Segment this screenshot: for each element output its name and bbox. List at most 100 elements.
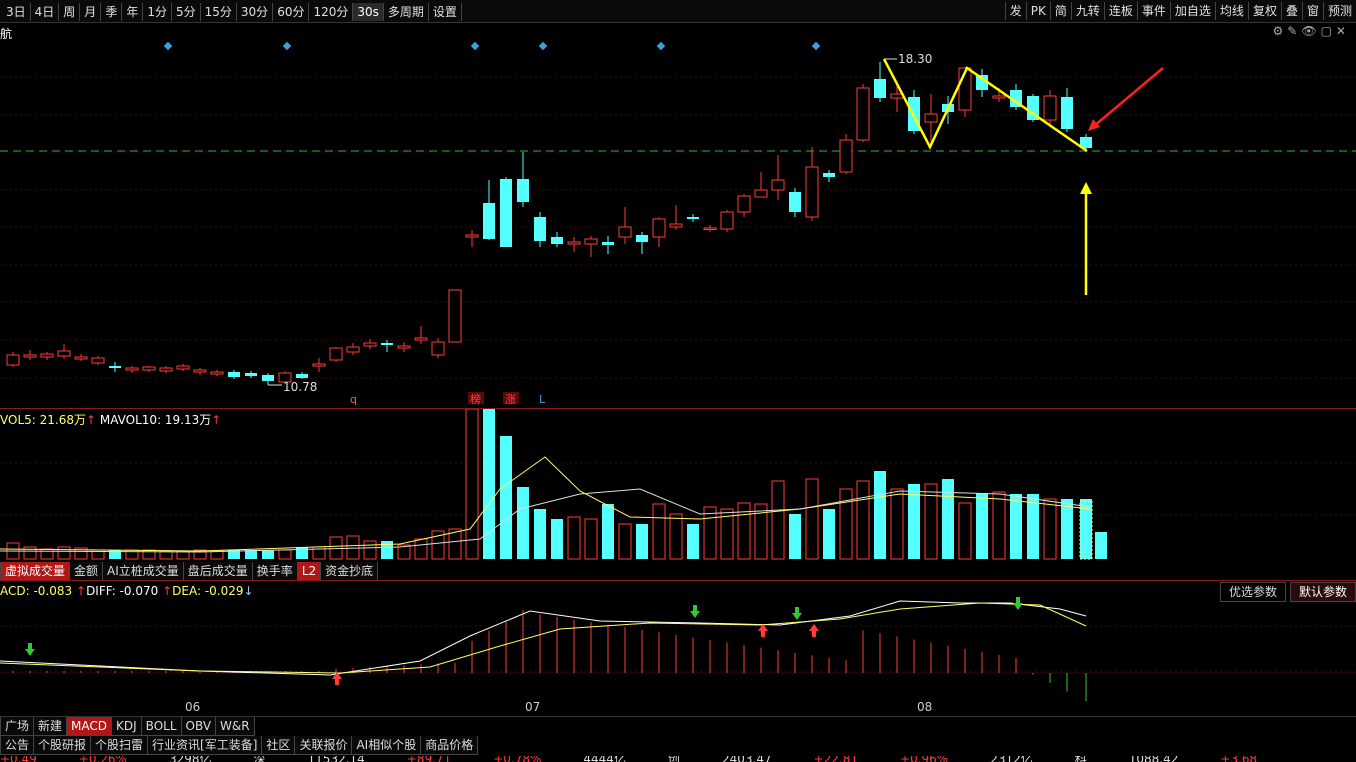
toolbar-right-0[interactable]: 发	[1004, 2, 1026, 20]
ticker-item: 4444亿	[583, 756, 626, 762]
candle	[329, 347, 343, 362]
ticker-item: +3.68	[1220, 756, 1257, 762]
ticker-item: +0.49	[0, 756, 37, 762]
toolbar-right-9[interactable]: 叠	[1280, 2, 1302, 20]
candle	[1061, 88, 1073, 132]
volume-bar	[856, 480, 870, 560]
candle	[6, 352, 20, 367]
info-tab-4[interactable]: 社区	[261, 736, 296, 755]
volume-bar	[57, 546, 71, 560]
info-tab-2[interactable]: 个股扫雷	[90, 736, 149, 755]
volume-bar	[517, 487, 529, 559]
volume-tab-3[interactable]: 盘后成交量	[182, 562, 253, 581]
toolbar-right-3[interactable]: 九转	[1070, 2, 1104, 20]
toolbar-right-11[interactable]: 预测	[1322, 2, 1356, 20]
period-13[interactable]: 多周期	[384, 3, 429, 21]
toolbar-right-4[interactable]: 连板	[1103, 2, 1137, 20]
toolbar-right-2[interactable]: 简	[1049, 2, 1071, 20]
indicator-tab-2[interactable]: MACD	[66, 717, 113, 736]
candle	[91, 356, 105, 365]
info-tab-7[interactable]: 商品价格	[420, 736, 479, 755]
indicator-tab-0[interactable]: 广场	[0, 717, 35, 736]
toolbar-right-1[interactable]: PK	[1025, 2, 1050, 20]
volume-bar	[1061, 499, 1073, 559]
candle	[40, 352, 54, 360]
period-11[interactable]: 120分	[309, 3, 354, 21]
period-8[interactable]: 15分	[201, 3, 237, 21]
volume-tab-2[interactable]: AI立桩成交量	[102, 562, 184, 581]
candlestick-chart[interactable]: 18.30 10.78 q 榜 涨 L	[0, 22, 1356, 408]
period-toolbar: 3日 4日周月季年 1分 5分 15分 30分 60分 120分 30s 多周期 设置 发 PK 简九转…	[0, 0, 1356, 23]
candle	[245, 371, 257, 378]
toolbar-right-8[interactable]: 复权	[1247, 2, 1281, 20]
period-5[interactable]: 年	[122, 3, 144, 21]
candle	[57, 344, 71, 359]
toolbar-right-6[interactable]: 加自选	[1169, 2, 1215, 20]
info-tab-5[interactable]: 关联报价	[294, 736, 353, 755]
chart-marker: L	[539, 393, 546, 406]
volume-bar	[262, 550, 274, 559]
candle	[771, 155, 785, 200]
volume-bar	[1095, 532, 1107, 559]
indicator-tab-3[interactable]: KDJ	[111, 717, 142, 736]
candle	[397, 342, 411, 352]
toolbar-right-7[interactable]: 均线	[1214, 2, 1248, 20]
info-tab-6[interactable]: AI相似个股	[351, 736, 422, 755]
volume-tab-4[interactable]: 换手率	[251, 562, 298, 581]
period-12[interactable]: 30s	[353, 3, 384, 21]
ticker-item: 2312亿	[990, 756, 1033, 762]
period-2[interactable]: 周	[59, 3, 81, 21]
volume-bar	[567, 516, 581, 560]
volume-bar	[823, 509, 835, 559]
volume-tab-1[interactable]: 金额	[69, 562, 104, 581]
macd-chart[interactable]	[0, 581, 1356, 718]
event-marker	[811, 41, 821, 51]
volume-bar	[942, 479, 954, 559]
period-1[interactable]: 4日	[31, 3, 60, 21]
volume-bar	[992, 491, 1006, 560]
indicator-tab-1[interactable]: 新建	[33, 717, 68, 736]
ticker-item: 科	[1075, 756, 1087, 762]
info-tab-3[interactable]: 行业资讯[军工装备]	[147, 736, 263, 755]
volume-tab-6[interactable]: 资金抄底	[320, 562, 379, 581]
candle	[228, 370, 240, 379]
period-6[interactable]: 1分	[143, 3, 172, 21]
chart-marker: 榜	[470, 392, 481, 406]
candle	[210, 370, 224, 376]
event-marker	[470, 41, 480, 51]
period-9[interactable]: 30分	[237, 3, 274, 21]
volume-bar	[278, 549, 292, 560]
candle	[448, 289, 462, 343]
info-tab-1[interactable]: 个股研报	[33, 736, 92, 755]
volume-tab-0[interactable]: 虚拟成交量	[0, 562, 71, 581]
period-10[interactable]: 60分	[273, 3, 310, 21]
toolbar-right-10[interactable]: 窗	[1301, 2, 1323, 20]
event-marker	[538, 41, 548, 51]
info-tab-0[interactable]: 公告	[0, 736, 35, 755]
candle	[465, 230, 479, 247]
candle	[23, 350, 37, 360]
volume-tabs: 虚拟成交量 金额 AI立桩成交量 盘后成交量 换手率 L2 资金抄底	[0, 562, 379, 581]
period-7[interactable]: 5分	[172, 3, 201, 21]
toolbar-right-5[interactable]: 事件	[1136, 2, 1170, 20]
ticker-item: 1088.42	[1129, 756, 1179, 762]
period-0[interactable]: 3日	[2, 3, 31, 21]
period-4[interactable]: 季	[101, 3, 123, 21]
volume-bar	[534, 509, 546, 559]
volume-chart[interactable]	[0, 409, 1356, 561]
candle	[687, 214, 699, 222]
candle	[636, 232, 648, 254]
volume-bar	[805, 478, 819, 560]
candle	[839, 134, 853, 174]
volume-bar	[346, 535, 360, 560]
indicator-tab-6[interactable]: W&R	[215, 717, 255, 736]
period-14[interactable]: 设置	[429, 3, 462, 21]
volume-bar	[1043, 498, 1057, 560]
indicator-tab-5[interactable]: OBV	[180, 717, 217, 736]
volume-bar	[500, 436, 512, 559]
ticker-item: +0.78%	[493, 756, 541, 762]
period-3[interactable]: 月	[80, 3, 102, 21]
volume-tab-5[interactable]: L2	[296, 562, 322, 581]
indicator-tab-4[interactable]: BOLL	[140, 717, 182, 736]
sell-signal-icon	[25, 649, 35, 656]
